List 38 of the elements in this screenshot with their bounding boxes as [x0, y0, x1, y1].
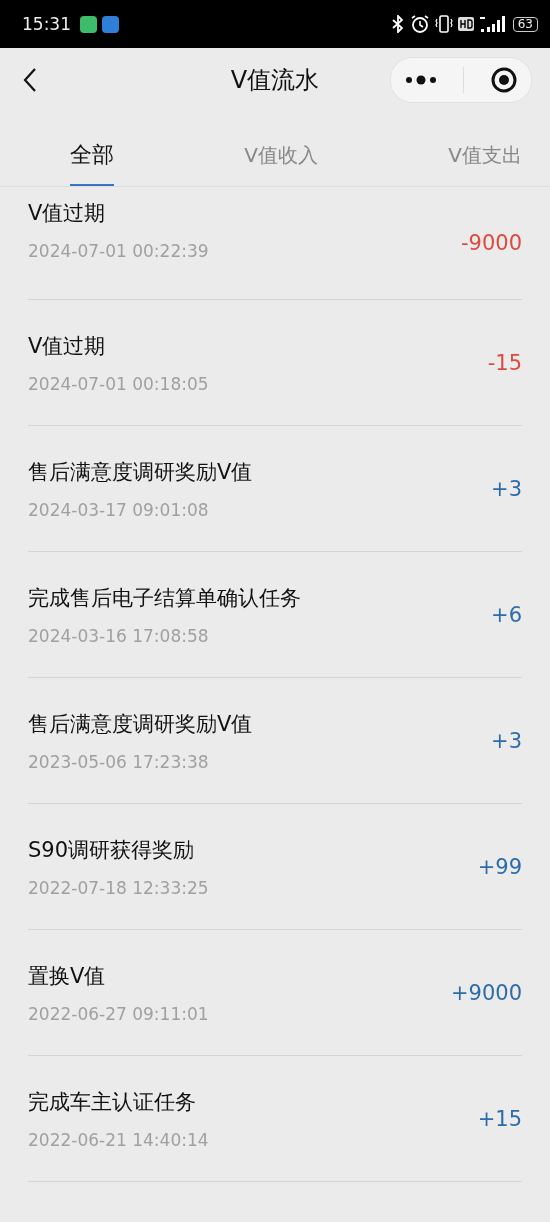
record-title: 完成售后电子结算单确认任务 — [28, 584, 301, 612]
record-amount: +3 — [491, 728, 522, 753]
record-amount: -9000 — [460, 231, 522, 255]
signal-icon — [478, 15, 505, 33]
record-amount: +3 — [491, 476, 522, 501]
record-time: 2022-07-18 12:33:25 — [28, 877, 209, 898]
record-time: 2024-07-01 00:22:39 — [28, 241, 209, 261]
record-time: 2024-07-01 00:18:05 — [28, 373, 209, 394]
record-time: 2024-03-17 09:01:08 — [28, 499, 210, 520]
record-title: 置换V值 — [28, 962, 107, 990]
record-amount: +6 — [491, 602, 522, 627]
alarm-icon — [409, 14, 430, 34]
record-time: 2024-03-16 17:08:58 — [28, 625, 210, 646]
record-time: 2022-06-27 09:11:01 — [28, 1003, 209, 1024]
record-amount: -15 — [487, 350, 522, 375]
record-time: 2022-06-21 14:40:14 — [28, 1129, 209, 1150]
battery-icon: 63 — [512, 16, 538, 32]
tab[interactable]: V值收入 — [244, 112, 318, 186]
record-amount: +9000 — [450, 980, 522, 1005]
record-title: S90调研获得奖励 — [28, 836, 196, 864]
tab[interactable]: 全部 — [70, 112, 114, 186]
record-title: 完成车主认证任务 — [28, 1088, 197, 1116]
record-title: V值过期 — [28, 200, 107, 227]
record-amount: +99 — [477, 854, 522, 879]
close-target-icon[interactable] — [490, 66, 519, 94]
vibrate-icon — [434, 14, 453, 34]
record-title: 售后满意度调研奖励V值 — [28, 458, 253, 486]
record-title: V值过期 — [28, 332, 107, 360]
hd-icon — [457, 17, 474, 31]
more-icon[interactable] — [403, 75, 438, 85]
record-amount: +15 — [477, 1106, 522, 1131]
record-title: 售后满意度调研奖励V值 — [28, 710, 253, 738]
bluetooth-icon — [390, 15, 405, 33]
record-time: 2023-05-06 17:23:38 — [28, 751, 210, 772]
tab[interactable]: V值支出 — [448, 112, 522, 186]
back-icon[interactable] — [22, 66, 38, 94]
status-time: 15:31 — [22, 14, 71, 34]
page-title: V值流水 — [230, 65, 320, 96]
